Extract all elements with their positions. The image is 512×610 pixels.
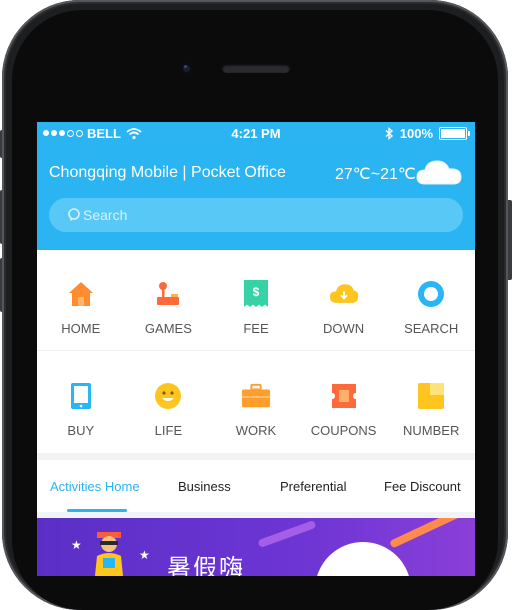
status-bar: BELL 4:21 PM 100%	[37, 122, 475, 146]
smiley-icon	[155, 383, 182, 409]
shortcut-buy[interactable]: BUY	[37, 352, 125, 452]
shortcut-label: BUY	[67, 423, 95, 438]
joystick-icon	[157, 282, 180, 305]
shortcut-label: GAMES	[144, 321, 192, 336]
app-header: BELL 4:21 PM 100% Chongqing Mobile | Poc…	[37, 122, 475, 250]
bluetooth-icon	[385, 127, 393, 140]
banner-decoration	[257, 519, 317, 549]
shortcut-label: DOWN	[322, 321, 365, 336]
shortcut-label: SEARCH	[404, 321, 459, 336]
person-illustration	[95, 532, 123, 576]
banner-text: 暑假嗨	[167, 554, 245, 576]
tab-preferential[interactable]: Preferential	[280, 479, 346, 494]
promo-banner[interactable]: ★ ★ 暑假嗨	[37, 518, 475, 576]
tablet-icon	[70, 383, 91, 409]
cloud-icon[interactable]	[415, 156, 463, 188]
phone-frame: BELL 4:21 PM 100% Chongqing Mobile | Poc…	[0, 0, 512, 610]
shortcut-fee[interactable]: $ FEE	[212, 250, 300, 350]
tab-fee-discount[interactable]: Fee Discount	[384, 479, 461, 494]
shortcut-label: FEE	[243, 321, 269, 336]
battery-percent: 100%	[399, 126, 433, 141]
front-camera	[180, 62, 193, 75]
search-placeholder: Search	[83, 207, 128, 223]
shortcut-label: LIFE	[154, 423, 183, 438]
app-screen: BELL 4:21 PM 100% Chongqing Mobile | Poc…	[37, 122, 475, 576]
search-input[interactable]: Search	[49, 198, 463, 232]
shortcut-coupons[interactable]: COUPONS	[300, 352, 388, 452]
shortcut-home[interactable]: HOME	[37, 250, 125, 350]
shortcut-label: COUPONS	[310, 423, 377, 438]
svg-text:$: $	[253, 285, 260, 299]
tab-activities-home[interactable]: Activities Home	[50, 479, 140, 494]
star-icon: ★	[71, 538, 82, 552]
briefcase-icon	[241, 383, 271, 408]
shortcut-label: HOME	[61, 321, 101, 336]
shortcut-number[interactable]: NUMBER	[387, 352, 475, 452]
star-icon: ★	[139, 548, 150, 562]
banner-circle	[315, 542, 411, 576]
coupon-icon	[331, 384, 356, 408]
grid-divider	[37, 350, 475, 351]
shortcut-work[interactable]: WORK	[212, 352, 300, 452]
home-icon	[68, 282, 93, 306]
shortcut-label: NUMBER	[403, 423, 460, 438]
shortcut-search[interactable]: SEARCH	[387, 250, 475, 350]
banner-decoration	[389, 518, 465, 549]
app-title: Chongqing Mobile | Pocket Office	[49, 164, 286, 181]
shortcut-down[interactable]: DOWN	[300, 250, 388, 350]
search-icon	[68, 208, 80, 221]
shortcut-label: WORK	[235, 423, 277, 438]
target-icon	[418, 281, 445, 307]
card-icon	[418, 383, 445, 409]
battery-icon	[439, 127, 470, 140]
earpiece-speaker	[222, 64, 290, 73]
tab-business[interactable]: Business	[178, 479, 231, 494]
shortcut-grid: HOME GAMES $ FEE DOWN SEARCH BUY LIFE WO…	[37, 250, 475, 453]
receipt-icon: $	[243, 280, 268, 307]
shortcut-games[interactable]: GAMES	[125, 250, 213, 350]
weather-temperature: 27℃~21℃	[335, 166, 416, 183]
active-tab-indicator	[67, 509, 127, 512]
shortcut-life[interactable]: LIFE	[125, 352, 213, 452]
category-tabs: Activities Home Business Preferential Fe…	[37, 460, 475, 512]
cloud-download-icon	[329, 284, 358, 303]
